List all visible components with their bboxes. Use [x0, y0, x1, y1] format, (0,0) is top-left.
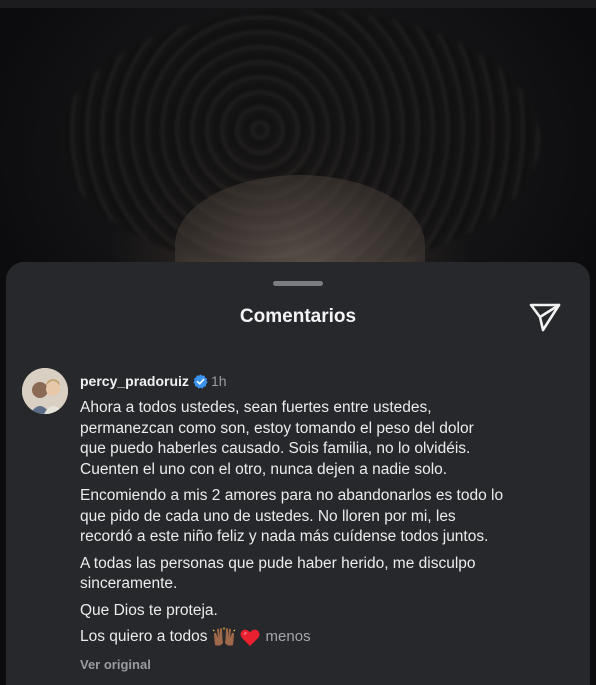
less-link[interactable]: menos: [266, 627, 311, 648]
avatar[interactable]: [22, 368, 68, 414]
red-heart-emoji-icon: [240, 628, 260, 647]
comment-last-line: Los quiero a todos menos: [80, 627, 580, 648]
comment-line: Que Dios te proteja.: [80, 601, 218, 619]
comment-paragraph-3: A todas las personas que pude haber heri…: [80, 554, 580, 595]
comment-line: recordó a este niño feliz y nada más cuí…: [80, 528, 489, 545]
comment-line: sinceramente.: [80, 575, 178, 592]
comment-paragraph-1: Ahora a todos ustedes, sean fuertes entr…: [80, 398, 580, 480]
comment-line: que puedo haberles causado. Sois familia…: [80, 440, 471, 457]
comment-line: permanezcan como son, estoy tomando el p…: [80, 419, 474, 437]
comment-line: Cuenten el uno con el otro, nunca dejen …: [80, 460, 448, 478]
raised-hands-emoji-icon: [212, 627, 236, 647]
verified-badge-icon: [193, 373, 208, 389]
comment-line: Encomiendo a mis 2 amores para no abando…: [80, 487, 504, 504]
comment-paragraph-2: Encomiendo a mis 2 amores para no abando…: [80, 486, 580, 548]
comment-line: Los quiero a todos: [80, 628, 208, 645]
comment-time: 1h: [210, 373, 227, 389]
comments-sheet: Comentarios percy_pradoruiz 1h Ahora a t…: [6, 262, 590, 685]
comment-paragraph-4: Que Dios te proteja.: [80, 601, 580, 622]
see-original-button[interactable]: Ver original: [80, 657, 580, 672]
comment-line: que pido de cada uno de ustedes. No llor…: [80, 507, 456, 525]
comment-line: A todas las personas que pude haber heri…: [80, 554, 476, 572]
comment-header: percy_pradoruiz 1h: [80, 372, 580, 390]
sheet-title: Comentarios: [239, 306, 357, 327]
comment: percy_pradoruiz 1h Ahora a todos ustedes…: [80, 372, 580, 672]
sheet-drag-handle[interactable]: [273, 281, 323, 286]
username-link[interactable]: percy_pradoruiz: [80, 373, 189, 389]
send-icon[interactable]: [528, 302, 562, 332]
comment-line: Ahora a todos ustedes, sean fuertes entr…: [80, 399, 432, 416]
top-status-strip: [0, 0, 596, 8]
